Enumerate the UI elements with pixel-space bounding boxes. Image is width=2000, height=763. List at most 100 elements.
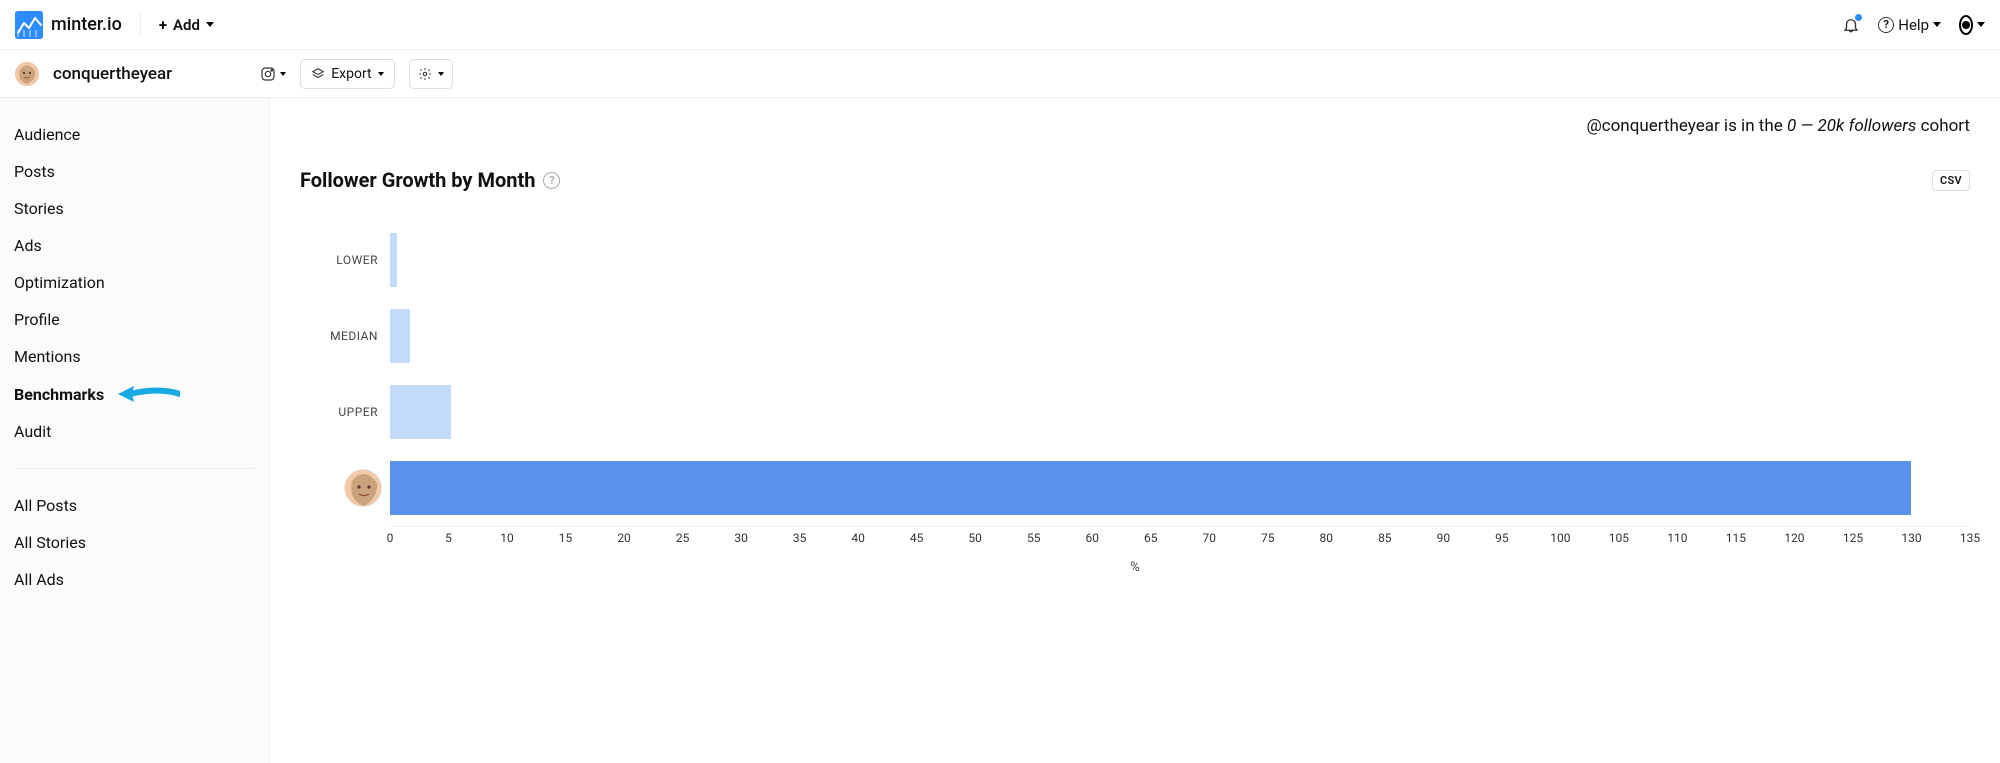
cohort-line: @conquertheyear is in the 0 — 20k follow… xyxy=(300,116,1970,136)
brand-logo[interactable]: minter.io xyxy=(15,11,122,39)
sidebar: Audience Posts StoriesAds Optimization Profi… xyxy=(0,98,270,763)
section-title-text: Follower Growth by Month xyxy=(300,168,535,192)
account-menu[interactable] xyxy=(1959,12,1985,38)
x-tick: 105 xyxy=(1609,531,1629,545)
help-button[interactable]: ? Help xyxy=(1878,16,1941,34)
x-tick: 75 xyxy=(1261,531,1275,545)
chart-bar xyxy=(390,461,1911,515)
sidebar-item-optimization[interactable]: Optimization xyxy=(14,264,255,301)
x-tick: 80 xyxy=(1320,531,1334,545)
caret-down-icon xyxy=(1933,22,1941,27)
sidebar-item-all-posts[interactable]: All Posts xyxy=(14,487,255,524)
csv-button[interactable]: CSV xyxy=(1932,170,1970,191)
x-tick: 65 xyxy=(1144,531,1158,545)
settings-button[interactable] xyxy=(409,59,453,89)
caret-down-icon xyxy=(206,22,214,27)
x-tick: 60 xyxy=(1085,531,1099,545)
x-tick: 100 xyxy=(1550,531,1570,545)
cohort-pre: @conquertheyear is in the xyxy=(1586,116,1787,136)
help-label: Help xyxy=(1898,16,1929,34)
chart-bar-track xyxy=(390,374,1970,450)
x-tick: 70 xyxy=(1203,531,1217,545)
cohort-range: 0 — 20k followers xyxy=(1787,116,1916,136)
profile-name: conquertheyear xyxy=(53,64,172,84)
sidebar-item-label: Audit xyxy=(14,422,51,441)
sidebar-item-audit[interactable]: Audit xyxy=(14,413,255,450)
x-tick: 130 xyxy=(1901,531,1921,545)
chart-row-label: MEDIAN xyxy=(300,329,390,343)
help-icon: ? xyxy=(1878,17,1894,33)
export-button[interactable]: Export xyxy=(300,59,394,89)
section-title: Follower Growth by Month ? xyxy=(300,168,560,192)
sidebar-item-label: Audience xyxy=(14,125,80,144)
chart: LOWERMEDIANUPPER 05101520253035404550556… xyxy=(300,222,1970,575)
sidebar-item-label: All Ads xyxy=(14,570,64,589)
sidebar-item-profile[interactable]: Profile xyxy=(14,301,255,338)
x-tick: 135 xyxy=(1960,531,1980,545)
x-tick: 5 xyxy=(445,531,452,545)
cohort-post: cohort xyxy=(1916,116,1970,136)
x-tick: 45 xyxy=(910,531,924,545)
x-tick: 120 xyxy=(1784,531,1804,545)
sidebar-item-all-stories[interactable]: All Stories xyxy=(14,524,255,561)
profile-avatar-icon xyxy=(344,469,382,507)
chart-bar xyxy=(390,385,451,439)
x-tick: 30 xyxy=(734,531,748,545)
sidebar-item-audience[interactable]: Audience xyxy=(14,116,255,153)
caret-down-icon xyxy=(378,72,384,76)
x-tick: 115 xyxy=(1726,531,1746,545)
x-tick: 35 xyxy=(793,531,807,545)
x-tick: 125 xyxy=(1843,531,1863,545)
sidebar-item-label: Optimization xyxy=(14,273,105,292)
brand-name: minter.io xyxy=(51,14,122,35)
add-button[interactable]: + Add xyxy=(159,16,214,34)
top-header: minter.io + Add ? Help xyxy=(0,0,2000,50)
section-header: Follower Growth by Month ? CSV xyxy=(300,168,1970,192)
top-left: minter.io + Add xyxy=(15,11,214,39)
main-content: @conquertheyear is in the 0 — 20k follow… xyxy=(270,98,2000,763)
chart-row xyxy=(300,450,1970,526)
x-tick: 20 xyxy=(617,531,631,545)
notifications-button[interactable] xyxy=(1842,16,1860,34)
sidebar-item-benchmarks[interactable]: Benchmarks xyxy=(14,375,255,413)
help-tooltip-icon[interactable]: ? xyxy=(543,172,560,189)
sidebar-item-label: All Posts xyxy=(14,496,77,515)
chart-bar-track xyxy=(390,450,1970,526)
divider xyxy=(14,468,255,469)
chart-row: LOWER xyxy=(300,222,1970,298)
chart-bar-track xyxy=(390,298,1970,374)
chart-row-avatar xyxy=(300,469,390,507)
user-icon xyxy=(1959,15,1973,35)
sidebar-item-label: All Stories xyxy=(14,533,86,552)
x-tick: 50 xyxy=(968,531,982,545)
annotation-arrow-icon xyxy=(118,384,180,404)
x-tick: 25 xyxy=(676,531,690,545)
x-tick: 15 xyxy=(559,531,573,545)
layers-icon xyxy=(311,67,325,81)
chart-row-label: UPPER xyxy=(300,405,390,419)
x-tick: 40 xyxy=(851,531,865,545)
divider xyxy=(140,13,141,37)
sidebar-item-posts[interactable]: Posts xyxy=(14,153,255,190)
chart-bar xyxy=(390,309,410,363)
sidebar-item-label: Posts xyxy=(14,162,55,181)
profile-avatar[interactable] xyxy=(15,62,39,86)
x-tick: 85 xyxy=(1378,531,1392,545)
sidebar-item-ads[interactable]: Ads xyxy=(14,227,255,264)
x-tick: 0 xyxy=(387,531,394,545)
sidebar-item-all-ads[interactable]: All Ads xyxy=(14,561,255,598)
notification-dot-icon xyxy=(1855,14,1862,21)
x-axis-label: % xyxy=(300,560,1970,575)
chart-row: MEDIAN xyxy=(300,298,1970,374)
x-tick: 110 xyxy=(1667,531,1687,545)
sidebar-item-label: Benchmarks xyxy=(14,385,104,404)
x-axis: 0510152025303540455055606570758085909510… xyxy=(390,526,1970,558)
sidebar-item-mentions[interactable]: Mentions xyxy=(14,338,255,375)
chart-row-label: LOWER xyxy=(300,253,390,267)
sidebar-item-stories[interactable]: Stories xyxy=(14,190,255,227)
top-right: ? Help xyxy=(1842,12,1985,38)
caret-down-icon xyxy=(438,72,444,76)
x-tick: 55 xyxy=(1027,531,1041,545)
export-label: Export xyxy=(331,66,371,82)
platform-selector[interactable] xyxy=(260,61,286,87)
